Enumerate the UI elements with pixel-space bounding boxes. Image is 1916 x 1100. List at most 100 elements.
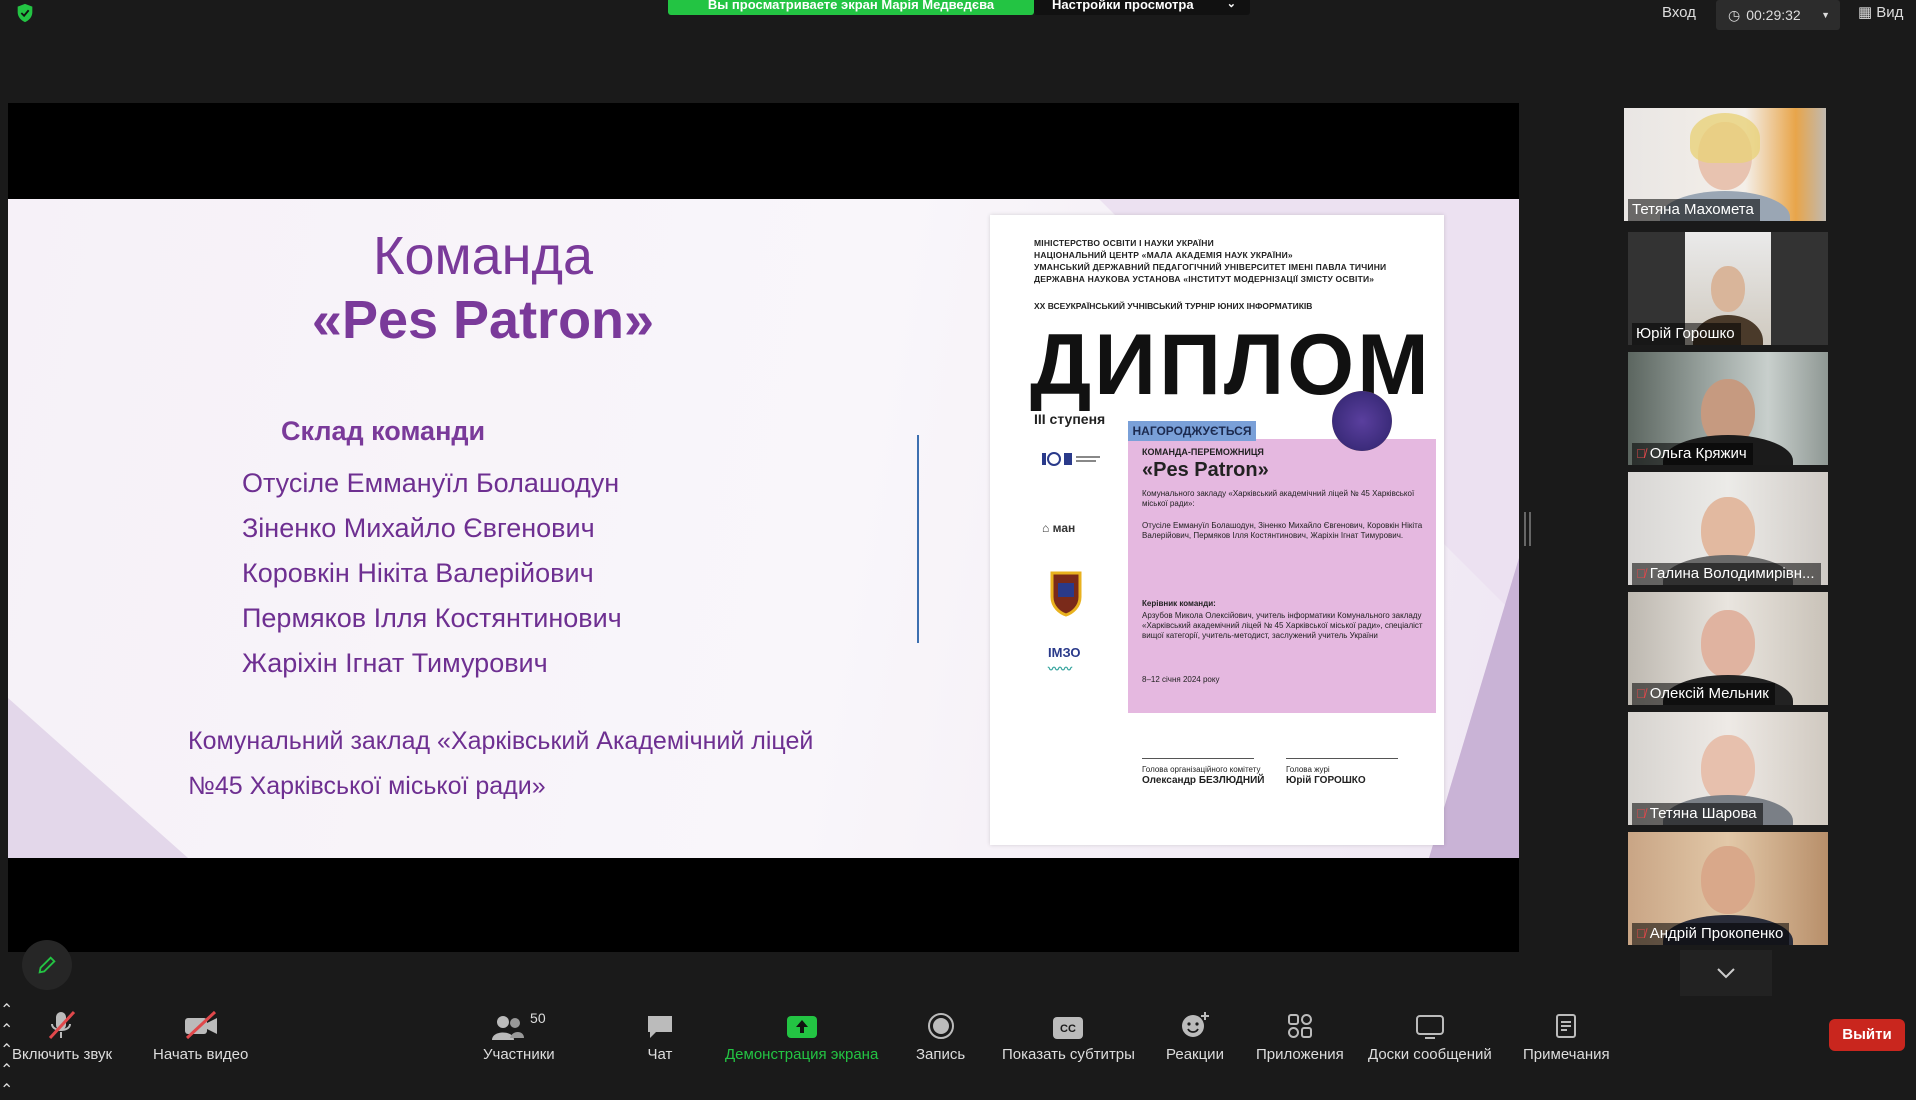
screen-share-banner: Вы просматриваете экран Марія Медведєва — [668, 0, 1034, 15]
signature-block: Голова журі Юрій ГОРОШКО — [1286, 758, 1398, 787]
signature-name: Юрій ГОРОШКО — [1286, 775, 1366, 786]
participant-tile[interactable]: 🎙̸ Андрій Прокопенко — [1628, 832, 1828, 945]
participant-name-text: Тетяна Махомета — [1632, 201, 1754, 218]
reactions-label: Реакции — [1166, 1046, 1224, 1063]
notes-icon — [1554, 1010, 1578, 1040]
signature-role: Голова журі — [1286, 765, 1330, 774]
captions-button[interactable]: CC Показать субтитры — [1002, 1010, 1135, 1063]
chat-label: Чат — [647, 1046, 673, 1063]
participant-tile[interactable]: 🎙̸ Олексій Мельник — [1628, 592, 1828, 705]
wave-icon: 〰〰 — [1048, 662, 1073, 676]
participant-face — [1701, 845, 1755, 914]
whiteboards-label: Доски сообщений — [1368, 1046, 1492, 1063]
muted-mic-icon: 🎙̸ — [1636, 806, 1646, 821]
participant-tile[interactable]: 🎙̸ Галина Володимирівн... — [1628, 472, 1828, 585]
meeting-timer[interactable]: ◷ 00:29:32 ▼ — [1716, 0, 1840, 30]
security-shield-icon[interactable] — [14, 2, 36, 24]
notes-button[interactable]: Примечания — [1523, 1010, 1610, 1063]
participants-button[interactable]: 50 Участники — [483, 1010, 555, 1063]
diploma-leader-label: Керівник команди: — [1142, 599, 1216, 608]
diploma-header-line: НАЦІОНАЛЬНИЙ ЦЕНТР «МАЛА АКАДЕМІЯ НАУК У… — [1034, 250, 1293, 260]
diploma-header-line: УМАНСЬКИЙ ДЕРЖАВНИЙ ПЕДАГОГІЧНИЙ УНІВЕРС… — [1034, 262, 1387, 272]
participant-name-text: Андрій Прокопенко — [1649, 925, 1784, 942]
diploma-tournament: XX ВСЕУКРАЇНСЬКИЙ УЧНІВСЬКИЙ ТУРНІР ЮНИХ… — [1034, 301, 1313, 311]
record-label: Запись — [916, 1046, 966, 1063]
presentation-slide: Команда «Pes Patron» Склад команди Отусі… — [8, 199, 1519, 858]
video-off-icon — [183, 1010, 219, 1040]
clock-icon: ◷ — [1728, 6, 1741, 23]
login-button[interactable]: Вход — [1662, 4, 1696, 21]
caret-down-icon: ▼ — [1821, 10, 1830, 20]
school-name: Комунальний заклад «Харківський Академіч… — [188, 719, 908, 809]
participant-name-text: Олексій Мельник — [1649, 685, 1769, 702]
participant-name-text: Тетяна Шарова — [1649, 805, 1757, 822]
composition-heading: Склад команди — [281, 416, 486, 446]
unmute-label: Включить звук — [12, 1046, 113, 1063]
participant-face — [1711, 265, 1745, 312]
captions-options-caret[interactable]: ⌃ — [0, 1080, 1916, 1100]
apps-button[interactable]: Приложения — [1256, 1010, 1344, 1063]
diploma-header: МІНІСТЕРСТВО ОСВІТИ І НАУКИ УКРАЇНИ НАЦІ… — [1034, 237, 1414, 285]
imzo-logo: ІМЗО 〰〰 — [1048, 645, 1081, 677]
chat-button[interactable]: Чат — [646, 1010, 674, 1063]
smiley-plus-icon — [1180, 1010, 1210, 1040]
members-list: Отусіле Еммануїл Болашодун Зіненко Михай… — [242, 461, 622, 686]
start-video-label: Начать видео — [153, 1046, 249, 1063]
diploma-leader: Арзубов Микола Олексійович, учитель інфо… — [1142, 611, 1423, 640]
muted-mic-icon: 🎙̸ — [1636, 926, 1646, 941]
whiteboard-icon — [1415, 1010, 1445, 1040]
muted-mic-icon: 🎙̸ — [1636, 446, 1646, 461]
slide-title: Команда — [372, 226, 593, 286]
member-item: Пермяков Ілля Костянтинович — [242, 603, 622, 633]
diploma-date: 8–12 січня 2024 року — [1142, 675, 1220, 684]
apps-icon — [1286, 1010, 1314, 1040]
building-icon: ⌂ — [1042, 521, 1050, 535]
captions-icon: CC — [1052, 1010, 1084, 1040]
participant-name: 🎙̸ Галина Володимирівн... — [1632, 563, 1821, 585]
member-item: Коровкін Нікіта Валерійович — [242, 558, 594, 588]
ministry-logo — [1042, 451, 1102, 470]
participant-tile[interactable]: 🎙̸ Тетяна Шарова — [1628, 712, 1828, 825]
university-crest-logo — [1048, 569, 1084, 620]
diploma-header-line: МІНІСТЕРСТВО ОСВІТИ І НАУКИ УКРАЇНИ — [1034, 238, 1214, 248]
reactions-button[interactable]: Реакции — [1166, 1010, 1224, 1063]
divider — [917, 435, 919, 643]
chevron-down-icon — [1717, 968, 1735, 979]
pencil-icon — [38, 956, 56, 974]
participant-name-text: Ольга Кряжич — [1649, 445, 1747, 462]
captions-label: Показать субтитры — [1002, 1046, 1135, 1063]
whiteboards-button[interactable]: Доски сообщений — [1368, 1010, 1492, 1063]
participant-name: 🎙̸ Тетяна Шарова — [1632, 803, 1763, 825]
record-button[interactable]: Запись — [916, 1010, 965, 1063]
participant-name: 🎙̸ Олексій Мельник — [1632, 683, 1775, 705]
chat-options-caret[interactable]: ⌃ — [0, 1060, 1916, 1080]
view-options-button[interactable]: Настройки просмотра ⌄ — [1034, 0, 1250, 15]
start-video-button[interactable]: Начать видео — [153, 1010, 248, 1063]
timer-value: 00:29:32 — [1746, 7, 1801, 23]
participant-tile[interactable]: Тетяна Махомета — [1624, 108, 1826, 221]
imzo-logo-text: ІМЗО — [1048, 645, 1081, 660]
muted-mic-icon: 🎙̸ — [1636, 566, 1646, 581]
panel-resize-handle[interactable] — [1524, 512, 1531, 546]
chevron-down-icon: ⌄ — [1226, 0, 1236, 10]
participant-hair — [1690, 112, 1760, 163]
participant-tile[interactable]: Юрій Горошко — [1628, 232, 1828, 345]
tournament-badge-logo — [1332, 391, 1392, 451]
signature-name: Олександр БЕЗЛЮДНИЙ — [1142, 775, 1265, 786]
participant-tile[interactable]: 🎙̸ Ольга Кряжич — [1628, 352, 1828, 465]
leave-meeting-button[interactable]: Выйти — [1829, 1019, 1905, 1051]
meeting-toolbar: Включить звук ⌃ Начать видео ⌃ 50 Участн… — [0, 1000, 1916, 1099]
grid-icon: ▦ — [1858, 4, 1873, 21]
share-screen-button[interactable]: Демонстрация экрана — [725, 1010, 878, 1063]
shared-screen: Команда «Pes Patron» Склад команди Отусі… — [8, 103, 1519, 952]
diploma-members: Отусіле Еммануїл Болашодун, Зіненко Миха… — [1142, 521, 1423, 540]
diploma-winner-label: КОМАНДА-ПЕРЕМОЖНИЦЯ — [1142, 447, 1264, 457]
annotate-button[interactable] — [22, 940, 72, 990]
signature-line — [1142, 758, 1254, 759]
unmute-button[interactable]: Включить звук — [12, 1010, 112, 1063]
muted-mic-icon: 🎙̸ — [1636, 686, 1646, 701]
man-logo-text: ман — [1052, 521, 1076, 535]
view-button[interactable]: ▦ Вид — [1858, 3, 1903, 22]
scroll-participants-button[interactable] — [1680, 950, 1772, 996]
diploma-award-tag: НАГОРОДЖУЄТЬСЯ — [1128, 421, 1256, 441]
